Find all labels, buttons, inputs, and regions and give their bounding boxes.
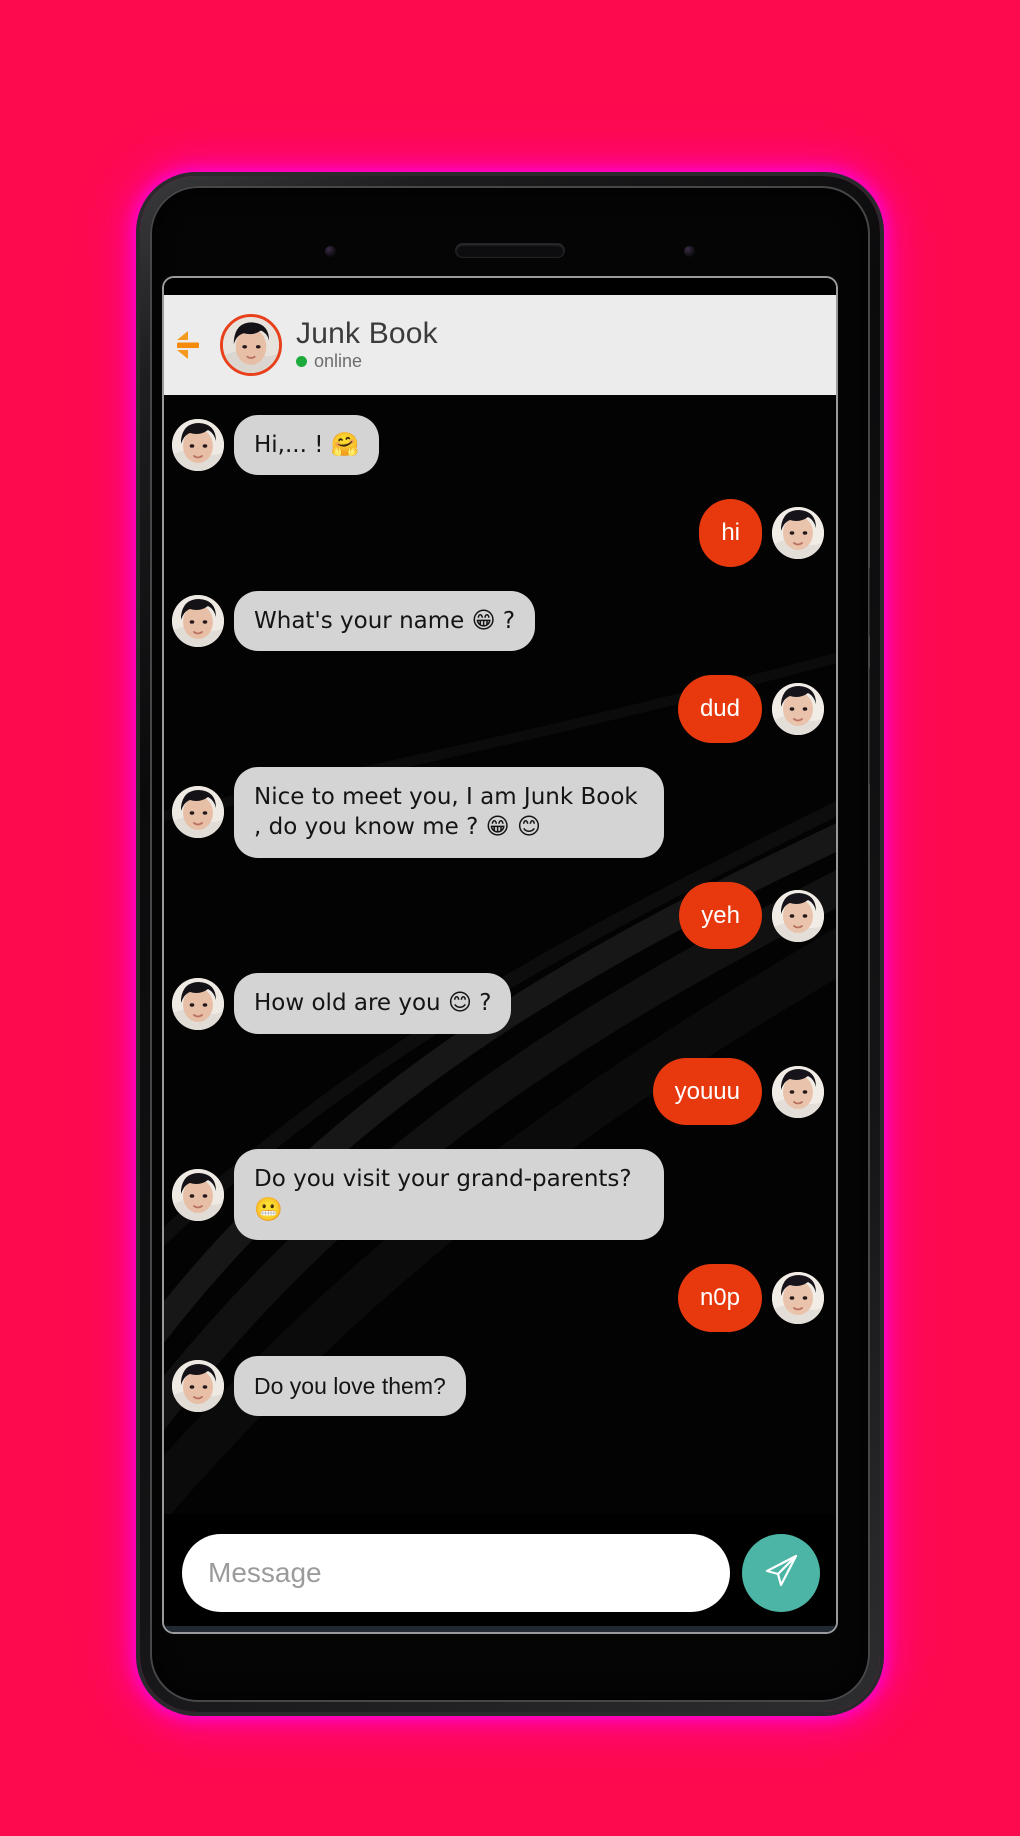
avatar[interactable] bbox=[220, 314, 282, 376]
avatar bbox=[172, 786, 224, 839]
status-label: online bbox=[314, 351, 363, 372]
avatar bbox=[172, 419, 224, 472]
phone-screen: Junk Book online Hi,... ! 🤗 hi What's yo… bbox=[164, 278, 836, 1632]
message-bubble: Nice to meet you, I am Junk Book , do yo… bbox=[234, 767, 664, 858]
earpiece-speaker bbox=[456, 244, 564, 257]
header-text-block: Junk Book online bbox=[296, 318, 438, 373]
message-list: Hi,... ! 🤗 hi What's your name 😁 ? dud N… bbox=[172, 415, 824, 1417]
screenshot-root: Junk Book online Hi,... ! 🤗 hi What's yo… bbox=[0, 0, 1020, 1836]
message-row-bot: Nice to meet you, I am Junk Book , do yo… bbox=[172, 767, 824, 858]
phone-bezel: Junk Book online Hi,... ! 🤗 hi What's yo… bbox=[150, 186, 870, 1702]
volume-button[interactable] bbox=[869, 566, 870, 638]
message-row-user: n0p bbox=[176, 1264, 824, 1332]
status-bar bbox=[164, 278, 836, 295]
phone-device-frame: Junk Book online Hi,... ! 🤗 hi What's yo… bbox=[140, 176, 880, 1712]
message-bubble: Do you visit your grand-parents? 😬 bbox=[234, 1149, 664, 1241]
message-bubble: What's your name 😁 ? bbox=[234, 591, 536, 652]
composer-bar: Message bbox=[164, 1514, 836, 1632]
message-bubble: Hi,... ! 🤗 bbox=[234, 415, 380, 476]
back-arrow-icon[interactable] bbox=[172, 325, 206, 365]
message-bubble: Do you love them? bbox=[234, 1355, 466, 1417]
message-row-bot: Do you love them? bbox=[172, 1355, 824, 1417]
message-row-user: yeh bbox=[176, 881, 824, 950]
avatar bbox=[172, 1360, 224, 1413]
proximity-sensor-icon bbox=[325, 246, 336, 257]
avatar bbox=[772, 1065, 824, 1118]
message-row-user: youuu bbox=[176, 1057, 824, 1126]
message-row-bot: Do you visit your grand-parents? 😬 bbox=[172, 1149, 824, 1241]
avatar bbox=[172, 977, 224, 1030]
avatar bbox=[172, 1168, 224, 1221]
chat-header: Junk Book online bbox=[164, 295, 836, 395]
message-bubble: dud bbox=[677, 675, 762, 744]
message-input[interactable]: Message bbox=[182, 1534, 730, 1612]
message-row-user: hi bbox=[176, 499, 824, 568]
navigation-hint-bar bbox=[164, 1626, 836, 1632]
message-list-container[interactable]: Hi,... ! 🤗 hi What's your name 😁 ? dud N… bbox=[164, 395, 836, 1514]
page-title: Junk Book bbox=[296, 316, 438, 350]
online-dot-icon bbox=[296, 356, 307, 368]
message-bubble: How old are you 😊 ? bbox=[234, 973, 512, 1034]
message-bubble: youuu bbox=[652, 1057, 762, 1126]
message-row-user: dud bbox=[176, 675, 824, 744]
send-paper-plane-icon bbox=[761, 1551, 801, 1596]
message-row-bot: How old are you 😊 ? bbox=[172, 973, 824, 1034]
status-badge: online bbox=[296, 351, 438, 372]
avatar bbox=[772, 683, 824, 736]
avatar bbox=[772, 1272, 824, 1325]
message-input-placeholder: Message bbox=[208, 1557, 322, 1588]
message-row-bot: What's your name 😁 ? bbox=[172, 591, 824, 652]
avatar bbox=[772, 889, 824, 942]
message-bubble: n0p bbox=[677, 1264, 762, 1332]
avatar bbox=[772, 507, 824, 560]
avatar bbox=[172, 595, 224, 648]
message-row-bot: Hi,... ! 🤗 bbox=[172, 415, 824, 476]
power-button[interactable] bbox=[869, 666, 870, 786]
message-bubble: yeh bbox=[679, 881, 762, 950]
send-button[interactable] bbox=[742, 1534, 820, 1612]
message-bubble: hi bbox=[699, 499, 762, 568]
front-camera-icon bbox=[684, 246, 695, 257]
